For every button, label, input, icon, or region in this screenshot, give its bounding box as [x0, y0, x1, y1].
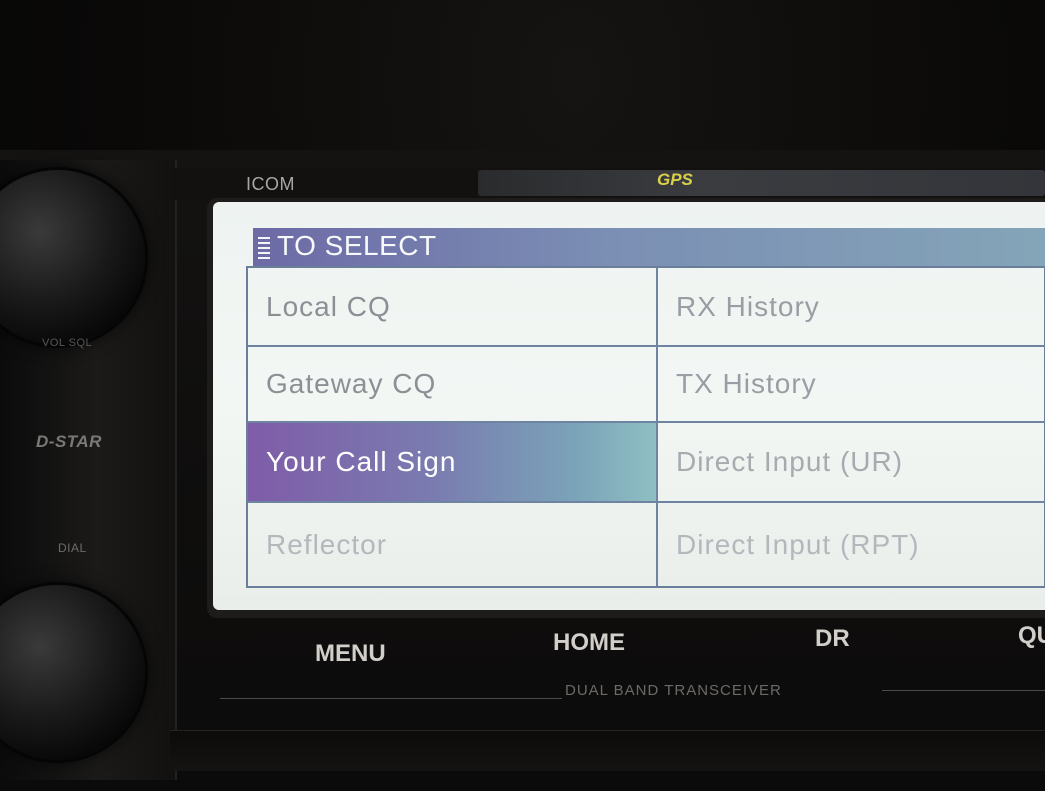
menu-item-rx-history[interactable]: RX History [658, 268, 1045, 347]
screen-title: TO SELECT [277, 230, 437, 261]
menu-item-direct-input-ur[interactable]: Direct Input (UR) [658, 423, 1045, 503]
dial-label: DIAL [58, 541, 87, 555]
gps-badge: GPS [657, 170, 693, 189]
menu-item-direct-input-rpt[interactable]: Direct Input (RPT) [658, 503, 1045, 586]
radio-photo: VOL SQL D-STAR DIAL ICOM GPS TO SELECT L… [0, 0, 1045, 791]
menu-item-local-cq[interactable]: Local CQ [248, 268, 658, 347]
menu-grid: Local CQ RX History Gateway CQ TX Histor… [246, 266, 1045, 588]
menu-button[interactable]: MENU [315, 640, 386, 668]
menu-item-tx-history[interactable]: TX History [658, 347, 1045, 423]
vol-sql-label: VOL SQL [42, 337, 93, 349]
gps-indicator-strip [478, 170, 1045, 196]
screen-title-bar: TO SELECT [253, 228, 1045, 266]
menu-item-gateway-cq[interactable]: Gateway CQ [248, 347, 658, 423]
menu-item-your-call-sign[interactable]: Your Call Sign [248, 423, 658, 503]
quick-button[interactable]: QU [1018, 622, 1045, 650]
dstar-logo: D-STAR [36, 432, 102, 451]
bottom-edge [170, 730, 1045, 771]
brand-logo: ICOM [246, 174, 295, 194]
lcd-screen: TO SELECT Local CQ RX History Gateway CQ… [213, 202, 1045, 610]
menu-icon [258, 237, 270, 259]
dr-button[interactable]: DR [815, 625, 850, 653]
model-caption: DUAL BAND TRANSCEIVER [565, 682, 782, 699]
menu-item-reflector[interactable]: Reflector [248, 503, 658, 586]
home-button[interactable]: HOME [553, 629, 625, 657]
